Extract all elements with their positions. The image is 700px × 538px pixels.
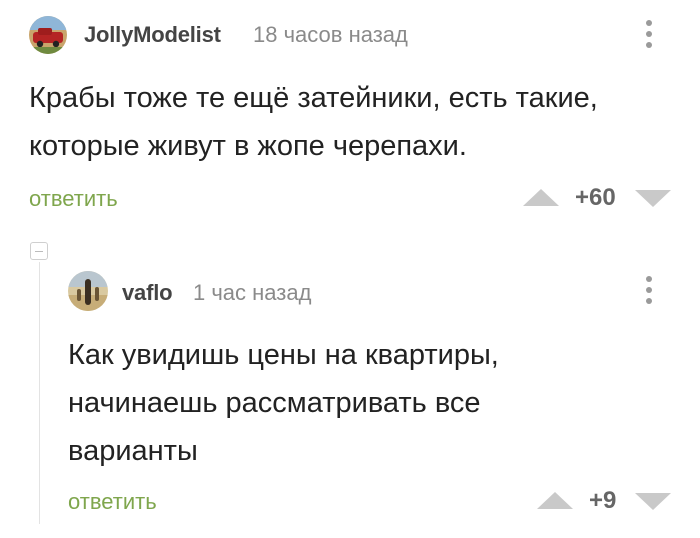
comment-text-line: Как увидишь цены на квартиры, [68, 339, 499, 371]
reply-button[interactable]: ответить [68, 489, 157, 515]
triangle-down-icon[interactable] [635, 493, 671, 510]
triangle-up-icon[interactable] [537, 492, 573, 509]
rating: +9 [589, 487, 617, 514]
comment-text: Как увидишь цены на квартиры, начинаешь … [68, 331, 668, 475]
comment-text-line: варианты [68, 435, 198, 467]
comment-2: vaflo 1 час назад Как увидишь цены на кв… [0, 0, 700, 538]
avatar[interactable] [68, 271, 108, 311]
comment-text-line: начинаешь рассматривать все [68, 387, 481, 419]
username[interactable]: vaflo [122, 280, 173, 306]
kebab-menu-icon[interactable] [643, 276, 655, 309]
timestamp[interactable]: 1 час назад [193, 280, 311, 306]
